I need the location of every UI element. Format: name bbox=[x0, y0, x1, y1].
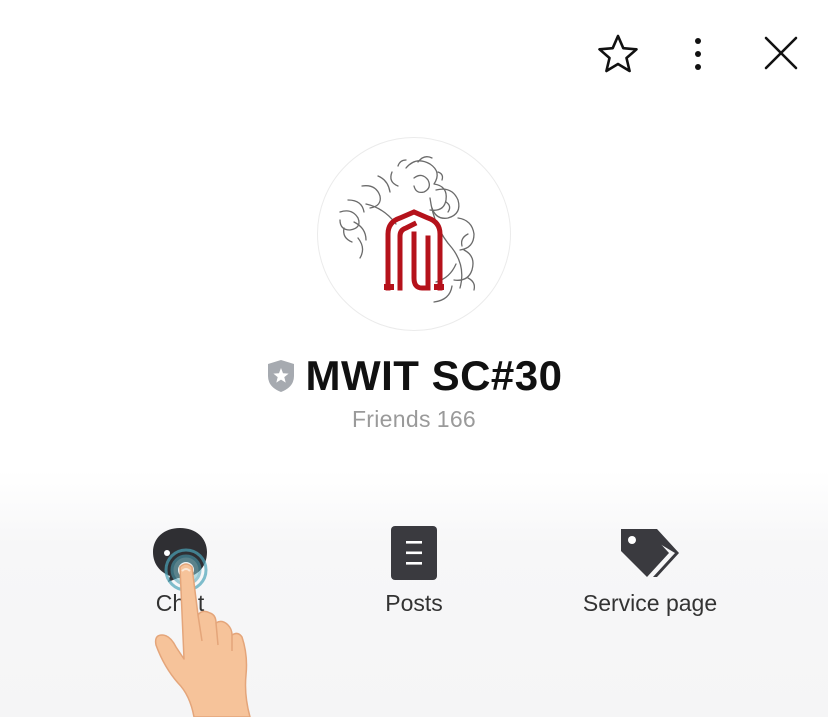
friends-label: Friends bbox=[351, 406, 431, 432]
mwit-floral-logo bbox=[339, 156, 476, 303]
service-page-label: Service page bbox=[582, 590, 718, 616]
posts-label: Posts bbox=[385, 590, 443, 616]
friends-number: 166 bbox=[436, 406, 477, 432]
posts-button[interactable]: Posts bbox=[314, 522, 514, 632]
profile-avatar[interactable] bbox=[317, 137, 511, 331]
close-button[interactable] bbox=[756, 28, 806, 78]
favorite-button[interactable] bbox=[594, 30, 642, 78]
friends-count[interactable]: Friends 166 bbox=[0, 406, 828, 433]
document-icon bbox=[391, 526, 437, 580]
shield-star-icon bbox=[268, 360, 295, 392]
profile-name-row: MWIT SC#30 bbox=[0, 348, 828, 404]
tags-icon bbox=[621, 529, 679, 577]
service-page-button[interactable]: Service page bbox=[550, 522, 750, 632]
star-outline-icon bbox=[598, 34, 638, 73]
close-icon bbox=[764, 36, 798, 70]
profile-name: MWIT SC#30 bbox=[305, 352, 563, 399]
more-vertical-icon bbox=[695, 38, 701, 70]
chat-bubble-icon bbox=[153, 528, 207, 582]
chat-button[interactable]: Chat bbox=[80, 522, 280, 632]
chat-label: Chat bbox=[155, 590, 205, 616]
more-options-button[interactable] bbox=[680, 30, 716, 78]
